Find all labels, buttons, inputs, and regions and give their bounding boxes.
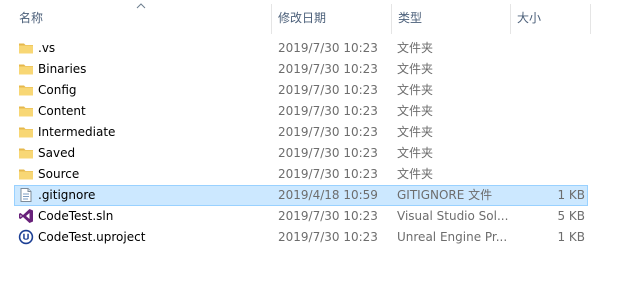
file-row[interactable]: Content 2019/7/30 10:23 文件夹 — [14, 101, 588, 122]
file-row[interactable]: CodeTest.uproject 2019/7/30 10:23 Unreal E… — [14, 227, 588, 248]
file-date: 2019/7/30 10:23 — [278, 167, 378, 181]
file-type: 文件夹 — [397, 146, 434, 160]
file-date: 2019/4/18 10:59 — [278, 188, 378, 202]
unreal-engine-icon — [18, 229, 34, 245]
visual-studio-icon — [18, 208, 34, 224]
file-type: Visual Studio Sol... — [397, 209, 509, 223]
folder-icon — [18, 103, 34, 119]
file-size — [513, 144, 585, 163]
file-size: 1 KB — [557, 188, 585, 202]
file-date: 2019/7/30 10:23 — [278, 41, 378, 55]
file-name: .gitignore — [38, 188, 96, 202]
file-date: 2019/7/30 10:23 — [278, 83, 378, 97]
file-name: Binaries — [38, 62, 87, 76]
folder-icon — [18, 166, 34, 182]
file-size — [513, 60, 585, 79]
column-divider[interactable] — [271, 4, 272, 34]
column-divider[interactable] — [590, 4, 591, 34]
folder-icon — [18, 124, 34, 140]
file-name: Source — [38, 167, 80, 181]
file-date: 2019/7/30 10:23 — [278, 125, 378, 139]
folder-icon — [18, 82, 34, 98]
file-date: 2019/7/30 10:23 — [278, 209, 378, 223]
column-header-bar: 名称 修改日期 类型 大小 — [0, 0, 618, 37]
file-row[interactable]: .gitignore 2019/4/18 10:59 GITIGNORE 文件 1 K… — [14, 185, 588, 206]
file-name: Intermediate — [38, 125, 116, 139]
file-size — [513, 102, 585, 121]
file-name: Config — [38, 83, 77, 97]
file-size — [513, 39, 585, 58]
column-divider[interactable] — [391, 4, 392, 34]
column-header-size[interactable]: 大小 — [517, 0, 587, 36]
file-date: 2019/7/30 10:23 — [278, 146, 378, 160]
file-date: 2019/7/30 10:23 — [278, 62, 378, 76]
folder-icon — [18, 61, 34, 77]
column-header-name[interactable]: 名称 — [19, 0, 269, 36]
file-type: 文件夹 — [397, 83, 434, 97]
file-name: .vs — [38, 41, 56, 55]
file-type: GITIGNORE 文件 — [397, 188, 493, 202]
folder-icon — [18, 145, 34, 161]
file-type: 文件夹 — [397, 104, 434, 118]
file-name: CodeTest.sln — [38, 209, 114, 223]
file-type: 文件夹 — [397, 62, 434, 76]
column-header-date[interactable]: 修改日期 — [278, 0, 388, 36]
file-type: 文件夹 — [397, 125, 434, 139]
file-row[interactable]: Config 2019/7/30 10:23 文件夹 — [14, 80, 588, 101]
file-size — [513, 81, 585, 100]
file-row[interactable]: Source 2019/7/30 10:23 文件夹 — [14, 164, 588, 185]
file-size — [513, 165, 585, 184]
file-row[interactable]: .vs 2019/7/30 10:23 文件夹 — [14, 38, 588, 59]
file-date: 2019/7/30 10:23 — [278, 230, 378, 244]
file-row[interactable]: Intermediate 2019/7/30 10:23 文件夹 — [14, 122, 588, 143]
file-name: Saved — [38, 146, 76, 160]
file-row[interactable]: Saved 2019/7/30 10:23 文件夹 — [14, 143, 588, 164]
file-type: Unreal Engine Pr... — [397, 230, 508, 244]
file-type: 文件夹 — [397, 167, 434, 181]
file-size — [513, 123, 585, 142]
file-name: CodeTest.uproject — [38, 230, 146, 244]
column-header-type[interactable]: 类型 — [398, 0, 508, 36]
file-type: 文件夹 — [397, 41, 434, 55]
text-file-icon — [18, 187, 34, 203]
folder-icon — [18, 40, 34, 56]
column-divider[interactable] — [510, 4, 511, 34]
file-row[interactable]: Binaries 2019/7/30 10:23 文件夹 — [14, 59, 588, 80]
file-name: Content — [38, 104, 86, 118]
file-size: 1 KB — [557, 230, 585, 244]
file-size: 5 KB — [557, 209, 585, 223]
file-row[interactable]: CodeTest.sln 2019/7/30 10:23 Visual Studio… — [14, 206, 588, 227]
file-date: 2019/7/30 10:23 — [278, 104, 378, 118]
